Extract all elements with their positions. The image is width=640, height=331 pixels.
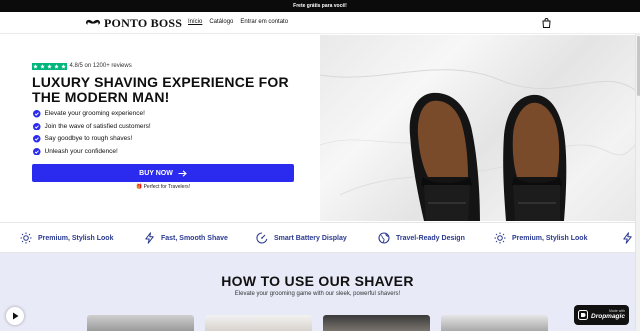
benefit-item: Say goodbye to rough shaves! <box>33 135 151 143</box>
feature-item: Smart Battery Display <box>256 232 347 244</box>
benefit-item: Elevate your grooming experience! <box>33 110 151 118</box>
check-badge-icon <box>33 135 41 143</box>
rating-row: 4.8/5 on 1200+ reviews <box>32 63 132 70</box>
how-to-subtitle: Elevate your grooming game with our slee… <box>234 291 401 297</box>
feature-label: Premium, Stylish Look <box>38 234 114 242</box>
hero-image <box>320 35 635 221</box>
dropmagic-brand: Dropmagic <box>591 312 625 320</box>
feature-item: Fast, Smooth Shave <box>144 232 228 244</box>
video-play-button[interactable] <box>6 307 24 325</box>
check-badge-icon <box>33 147 41 155</box>
hero-headline: LUXURY SHAVING EXPERIENCE FOR THE MODERN… <box>32 74 289 105</box>
benefit-text: Join the wave of satisfied customers! <box>44 122 151 130</box>
star-icon <box>46 63 53 70</box>
announcement-text: Frete grátis para você! <box>293 3 347 9</box>
loafers-illustration <box>320 69 635 221</box>
logo-text: PONTO BOSS <box>104 15 183 30</box>
travel-note: 🎁 Perfect for Travelers! <box>135 184 191 190</box>
how-to-card <box>323 315 430 331</box>
bolt-icon <box>145 232 154 244</box>
main-nav: Início Catálogo Entrar em contato <box>188 19 288 25</box>
announcement-bar: Frete grátis para você! <box>0 0 640 12</box>
cart-icon[interactable] <box>542 18 551 28</box>
benefit-text: Say goodbye to rough shaves! <box>44 135 133 143</box>
site-logo[interactable]: PONTO BOSS <box>85 16 182 30</box>
feature-item: Premium, Stylish Look <box>20 232 113 244</box>
star-icon <box>39 63 46 70</box>
benefit-list: Elevate your grooming experience! Join t… <box>33 110 151 155</box>
nav-catalogo[interactable]: Catálogo <box>209 19 233 25</box>
feature-label: Premium, Stylish Look <box>512 234 588 242</box>
star-icon <box>32 63 39 70</box>
rating-stars <box>32 63 67 70</box>
nav-contato[interactable]: Entrar em contato <box>240 19 288 25</box>
buy-now-button[interactable]: BUY NOW <box>32 164 294 182</box>
benefit-item: Unleash your confidence! <box>33 147 151 155</box>
buy-now-label: BUY NOW <box>139 169 173 177</box>
feature-item: Premium, Stylish Look <box>494 232 587 244</box>
sun-icon <box>20 232 32 244</box>
feature-item: Travel-Ready Design <box>378 232 465 244</box>
how-to-card <box>87 315 194 331</box>
how-to-card <box>205 315 312 331</box>
check-badge-icon <box>33 122 41 130</box>
benefit-text: Elevate your grooming experience! <box>44 110 145 118</box>
page-scrollbar[interactable] <box>635 34 640 331</box>
benefit-text: Unleash your confidence! <box>44 147 118 155</box>
play-icon <box>12 312 18 320</box>
star-icon <box>53 63 60 70</box>
mustache-icon <box>86 19 100 25</box>
gauge-icon <box>256 232 268 244</box>
arrow-right-icon <box>178 169 187 177</box>
dropmagic-badge[interactable]: Made with Dropmagic <box>574 305 629 325</box>
feature-label: Fast, Smooth Shave <box>161 234 228 242</box>
feature-label: Travel-Ready Design <box>396 234 465 242</box>
benefit-item: Join the wave of satisfied customers! <box>33 122 151 130</box>
nav-inicio[interactable]: Início <box>188 19 202 25</box>
feature-marquee: Premium, Stylish Look Fast, Smooth Shave… <box>0 222 635 253</box>
sun-icon <box>494 232 506 244</box>
feature-label: Smart Battery Display <box>274 234 347 242</box>
star-icon <box>60 63 67 70</box>
bolt-icon <box>623 232 632 244</box>
check-badge-icon <box>33 110 41 118</box>
how-to-card <box>441 315 548 331</box>
dropmagic-text: Made with Dropmagic <box>591 309 625 320</box>
dropmagic-logo-icon <box>578 310 588 320</box>
globe-icon <box>378 232 390 244</box>
how-to-title: HOW TO USE OUR SHAVER <box>221 273 414 289</box>
site-header: PONTO BOSS Início Catálogo Entrar em con… <box>0 12 640 34</box>
rating-text: 4.8/5 on 1200+ reviews <box>69 63 132 70</box>
